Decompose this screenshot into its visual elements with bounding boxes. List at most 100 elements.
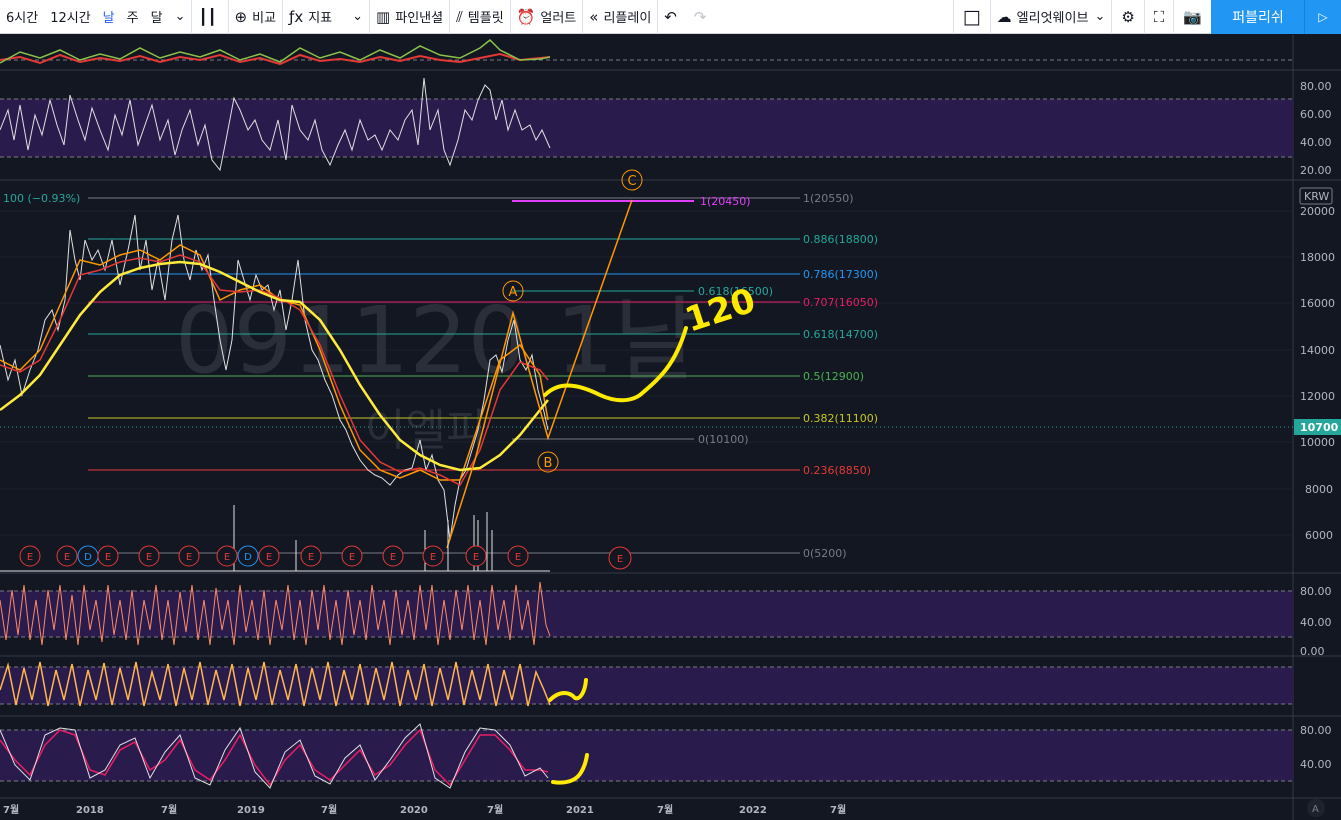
time-tick: 7월 bbox=[657, 804, 673, 816]
event-marker[interactable]: E bbox=[19, 545, 41, 567]
svg-text:E: E bbox=[64, 552, 70, 563]
snapshot-button[interactable]: 📷 bbox=[1174, 0, 1211, 34]
redo-button[interactable]: ↷ bbox=[688, 0, 718, 34]
interval-6h[interactable]: 6시간 bbox=[0, 0, 44, 34]
fib-label-0886: 0.886(18800) bbox=[803, 233, 878, 246]
fx-icon: ƒx bbox=[289, 7, 304, 26]
price-tick: 12000 bbox=[1300, 390, 1335, 403]
chart-type-button[interactable]: ┃┃ bbox=[192, 0, 227, 34]
templates-label: 템플릿 bbox=[467, 11, 504, 26]
fullscreen-button[interactable]: ⛶ bbox=[1145, 0, 1174, 34]
price-tick: 6000 bbox=[1305, 529, 1333, 542]
publish-dropdown-button[interactable]: ▷ bbox=[1304, 0, 1341, 34]
svg-text:E: E bbox=[266, 552, 272, 563]
time-tick: 7월 bbox=[830, 804, 846, 816]
fib-ext-label-0: 0(10100) bbox=[698, 433, 749, 446]
top-toolbar: 6시간 12시간 날 주 달 ⌄ ┃┃ ⊕ 비교 ƒx 지표 ⌄ ▥ 파인낸셜 ⫽ 템플릿… bbox=[0, 0, 1341, 34]
interval-12h[interactable]: 12시간 bbox=[44, 0, 96, 34]
event-marker[interactable]: E bbox=[56, 545, 78, 567]
svg-text:0.00: 0.00 bbox=[1300, 645, 1325, 658]
price-tick: 10000 bbox=[1300, 436, 1335, 449]
time-tick: 7월 bbox=[161, 804, 177, 816]
event-marker[interactable]: D bbox=[237, 545, 259, 567]
svg-text:80.00: 80.00 bbox=[1300, 724, 1332, 737]
event-marker[interactable]: E bbox=[216, 545, 238, 567]
svg-text:D: D bbox=[84, 552, 92, 563]
compare-label: 비교 bbox=[252, 11, 277, 26]
time-tick: 2020 bbox=[400, 805, 428, 816]
bar-chart-icon: ▥ bbox=[376, 7, 391, 26]
event-marker[interactable]: D bbox=[77, 545, 99, 567]
fib-label-0: 0(5200) bbox=[803, 547, 847, 560]
price-tick: 20000 bbox=[1300, 205, 1335, 218]
time-tick: 7월 bbox=[321, 804, 337, 816]
fullscreen-box-button[interactable]: □ bbox=[954, 0, 990, 34]
svg-text:A: A bbox=[509, 285, 518, 300]
svg-text:E: E bbox=[308, 552, 314, 563]
interval-month[interactable]: 달 bbox=[145, 0, 169, 34]
chevron-down-icon: ⌄ bbox=[1094, 9, 1106, 24]
expand-icon: ⛶ bbox=[1153, 7, 1165, 26]
chevron-right-icon: ▷ bbox=[1318, 10, 1328, 24]
price-tick: 8000 bbox=[1305, 483, 1333, 496]
pine-button[interactable]: ▥ 파인낸셜 bbox=[370, 0, 449, 34]
svg-text:B: B bbox=[544, 456, 553, 471]
svg-text:40.00: 40.00 bbox=[1300, 758, 1332, 771]
indicators-label: 지표 bbox=[308, 11, 333, 26]
time-tick: 2019 bbox=[237, 805, 265, 816]
svg-text:C: C bbox=[627, 174, 636, 189]
candlestick-icon: ┃┃ bbox=[198, 7, 217, 26]
event-marker[interactable]: E bbox=[178, 545, 200, 567]
event-marker[interactable]: E bbox=[138, 545, 160, 567]
plus-circle-icon: ⊕ bbox=[234, 7, 248, 26]
event-marker[interactable]: E bbox=[341, 545, 363, 567]
event-marker[interactable]: E bbox=[465, 545, 487, 567]
publish-label: 퍼블리쉬 bbox=[1232, 10, 1284, 26]
pine-label: 파인낸셜 bbox=[395, 11, 444, 26]
svg-text:20.00: 20.00 bbox=[1300, 164, 1332, 177]
currency-badge[interactable]: KRW bbox=[1299, 187, 1333, 205]
event-marker[interactable]: E bbox=[507, 545, 529, 567]
interval-12h-label: 12시간 bbox=[50, 11, 91, 26]
publish-button[interactable]: 퍼블리쉬 bbox=[1211, 0, 1305, 34]
fib-label-0618: 0.618(14700) bbox=[803, 328, 878, 341]
time-tick: 7월 bbox=[487, 804, 503, 816]
fib-label-0382: 0.382(11100) bbox=[803, 412, 878, 425]
interval-day[interactable]: 날 bbox=[97, 0, 121, 34]
interval-dropdown[interactable]: ⌄ bbox=[169, 0, 192, 34]
templates-button[interactable]: ⫽ 템플릿 bbox=[450, 0, 510, 34]
cloud-icon: ☁ bbox=[996, 7, 1012, 26]
last-price-badge: 10700 bbox=[1294, 419, 1341, 435]
interval-day-label: 날 bbox=[102, 11, 115, 26]
svg-text:E: E bbox=[105, 552, 111, 563]
undo-icon: ↶ bbox=[664, 7, 677, 26]
compare-button[interactable]: ⊕ 비교 bbox=[229, 0, 283, 34]
interval-week[interactable]: 주 bbox=[121, 0, 145, 34]
alert-label: 얼러트 bbox=[540, 11, 577, 26]
svg-text:80.00: 80.00 bbox=[1300, 80, 1332, 93]
event-marker[interactable]: E bbox=[608, 546, 632, 570]
square-icon: □ bbox=[962, 5, 981, 28]
event-marker[interactable]: E bbox=[382, 545, 404, 567]
redo-icon: ↷ bbox=[693, 7, 707, 26]
event-marker[interactable]: E bbox=[422, 545, 444, 567]
event-marker[interactable]: E bbox=[300, 545, 322, 567]
indicators-button[interactable]: ƒx 지표 ⌄ bbox=[283, 0, 369, 34]
auto-scale-button[interactable]: A bbox=[1307, 799, 1325, 817]
alert-button[interactable]: ⏰ 얼러트 bbox=[511, 0, 583, 34]
event-marker[interactable]: E bbox=[97, 545, 119, 567]
time-tick: 7월 bbox=[3, 804, 19, 816]
layout-label: 엘리엇웨이브 bbox=[1016, 11, 1089, 26]
svg-text:E: E bbox=[146, 552, 152, 563]
price-tick: 18000 bbox=[1300, 251, 1335, 264]
replay-button[interactable]: « 리플레이 bbox=[583, 0, 657, 34]
chart-canvas[interactable]: 091120 1날 이엘피 1(20550) 0.886(18800) 0.78… bbox=[0, 35, 1341, 820]
chevron-down-icon: ⌄ bbox=[352, 9, 364, 24]
svg-text:KRW: KRW bbox=[1304, 190, 1329, 203]
undo-button[interactable]: ↶ bbox=[658, 0, 688, 34]
time-tick: 2022 bbox=[739, 805, 767, 816]
event-marker[interactable]: E bbox=[258, 545, 280, 567]
layout-button[interactable]: ☁ 엘리엇웨이브 ⌄ bbox=[991, 0, 1112, 34]
fib-ext-label-1: 1(20450) bbox=[700, 195, 751, 208]
settings-button[interactable]: ⚙ bbox=[1112, 0, 1143, 34]
